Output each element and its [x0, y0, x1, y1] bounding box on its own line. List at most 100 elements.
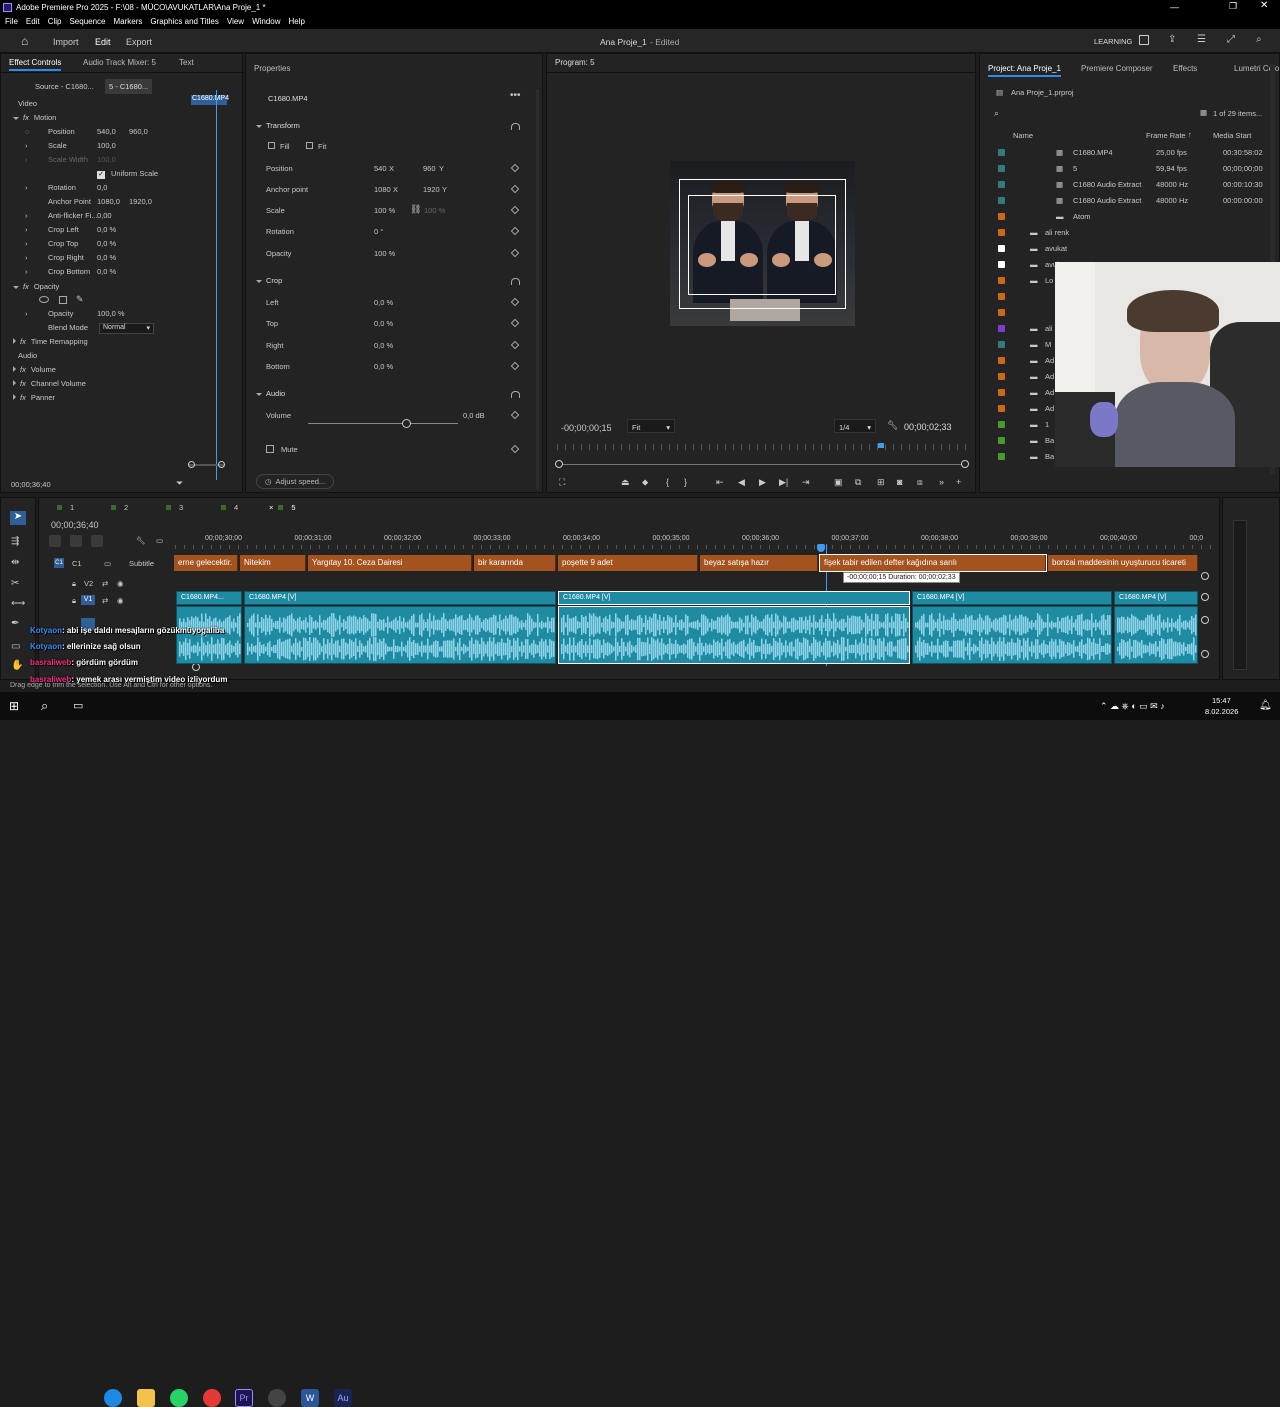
search-icon[interactable]: ⌕: [1256, 34, 1262, 45]
safe-margins-icon[interactable]: ▣: [834, 477, 843, 488]
label-color-swatch[interactable]: [998, 245, 1005, 252]
snap-icon[interactable]: [49, 535, 61, 547]
crop-section[interactable]: Crop: [256, 276, 282, 285]
label-color-swatch[interactable]: [998, 213, 1005, 220]
video-clip-5[interactable]: C1680.MP4 [V]: [1114, 591, 1198, 605]
go-to-out-icon[interactable]: ⇥: [802, 477, 810, 488]
sequence-clip-label[interactable]: 5 - C1680...: [105, 79, 153, 94]
subtitle-target[interactable]: C1: [54, 558, 64, 568]
position-x-value[interactable]: 540: [374, 164, 387, 173]
prop-position-x[interactable]: 540,0: [97, 127, 116, 136]
track-v2-sync-icon[interactable]: ⇄: [102, 579, 108, 588]
add-marker-timeline-icon[interactable]: [91, 535, 103, 547]
tab-effects[interactable]: Effects: [1173, 64, 1197, 73]
subtitle-clip-8[interactable]: bonzai maddesinin uyuşturucu ticareti: [1048, 555, 1198, 571]
obs-icon[interactable]: [268, 1389, 286, 1407]
audio-clip-5[interactable]: [1114, 606, 1198, 664]
audio-clip-1[interactable]: [176, 606, 242, 664]
filter-icon[interactable]: ⏷: [176, 478, 183, 489]
tray-icons[interactable]: ⌃ ☁ ⎈ ◐ ▭ ✉ ♪: [1100, 701, 1165, 712]
pen-mask-icon[interactable]: ✎: [76, 294, 84, 305]
label-color-swatch[interactable]: [998, 293, 1005, 300]
video-clip-1[interactable]: C1680.MP4...: [176, 591, 242, 605]
volume-value[interactable]: 0,0 dB: [463, 411, 485, 420]
quick-export-icon[interactable]: ⇪: [1168, 34, 1176, 45]
prop-crop-right-value[interactable]: 0,0 %: [97, 253, 116, 262]
compare-icon[interactable]: ⧈: [917, 477, 923, 488]
menu-clip[interactable]: Clip: [48, 17, 62, 26]
search-taskbar-icon[interactable]: ⌕: [41, 698, 48, 714]
minimize-button[interactable]: —: [1170, 2, 1182, 12]
adjust-speed-button[interactable]: ◷ Adjust speed...: [256, 474, 335, 489]
audio-reset-icon[interactable]: [511, 391, 520, 398]
v-scroll-handle-top[interactable]: [1201, 572, 1209, 580]
volume-slider-track[interactable]: [308, 423, 458, 424]
audio-clip-4[interactable]: [912, 606, 1112, 664]
project-search-icon[interactable]: ⌕: [994, 108, 999, 119]
project-item[interactable]: ▬ avukat: [990, 241, 1260, 257]
volume-keyframe-icon[interactable]: [510, 410, 520, 420]
seq-tab-2[interactable]: 2: [111, 503, 128, 512]
expand-icon[interactable]: ⤢: [1227, 34, 1235, 45]
seq-tab-5[interactable]: × 5: [269, 503, 296, 512]
audio-clip-2[interactable]: [244, 606, 556, 664]
video-clip-3[interactable]: C1680.MP4 [V]: [558, 591, 910, 605]
label-color-swatch[interactable]: [998, 421, 1005, 428]
prop-position-y[interactable]: 960,0: [129, 127, 148, 136]
clock-date[interactable]: 8.02.2026: [1205, 707, 1238, 716]
selection-box-inner[interactable]: [688, 195, 836, 295]
volume-effect[interactable]: fx Volume: [13, 365, 56, 374]
crop-top-keyframe-icon[interactable]: [510, 318, 520, 328]
crop-bottom-keyframe-icon[interactable]: [510, 361, 520, 371]
link-icon[interactable]: ⛓: [410, 204, 421, 215]
label-color-swatch[interactable]: [998, 357, 1005, 364]
ec-timecode[interactable]: 00;00;36;40: [11, 480, 51, 489]
tab-premiere-composer[interactable]: Premiere Composer: [1081, 64, 1153, 73]
prop-opacity-value[interactable]: 100,0 %: [97, 309, 125, 318]
position-y-value[interactable]: 960: [423, 164, 436, 173]
maximize-button[interactable]: ❐: [1229, 1, 1237, 12]
edge-icon[interactable]: [104, 1389, 122, 1407]
crop-left-keyframe-icon[interactable]: [510, 297, 520, 307]
play-icon[interactable]: ▶: [759, 477, 766, 488]
subtitle-clip-7[interactable]: fişek tabir edilen defter kağıdına sarıl…: [819, 554, 1047, 572]
properties-scrollbar[interactable]: [536, 89, 539, 489]
source-clip-label[interactable]: Source - C1680...: [35, 82, 94, 91]
workspaces-icon[interactable]: [1139, 35, 1149, 45]
subtitle-clip-2[interactable]: Nitekim: [240, 555, 306, 571]
prop-anchor-x[interactable]: 1080,0: [97, 197, 120, 206]
ellipse-mask-icon[interactable]: [39, 296, 49, 303]
label-color-swatch[interactable]: [998, 453, 1005, 460]
label-color-swatch[interactable]: [998, 197, 1005, 204]
scale-value[interactable]: 100 %: [374, 206, 395, 215]
program-zoom-left[interactable]: [555, 460, 563, 468]
audition-icon[interactable]: Au: [334, 1389, 352, 1407]
label-color-swatch[interactable]: [998, 325, 1005, 332]
ripple-edit-tool-icon[interactable]: ⇹: [11, 557, 19, 568]
label-color-swatch[interactable]: [998, 149, 1005, 156]
rectangle-tool-icon[interactable]: ▭: [11, 641, 20, 652]
crop-right-keyframe-icon[interactable]: [510, 340, 520, 350]
add-button-icon[interactable]: +: [956, 477, 961, 487]
label-color-swatch[interactable]: [998, 229, 1005, 236]
tab-effect-controls[interactable]: Effect Controls: [9, 58, 62, 71]
mute-checkbox[interactable]: [266, 445, 274, 453]
lift-icon[interactable]: ⏏: [621, 477, 630, 488]
panels-icon[interactable]: ☰: [1197, 34, 1206, 45]
menu-markers[interactable]: Markers: [114, 17, 143, 26]
track-v1-label[interactable]: V1: [81, 595, 95, 605]
learning-button[interactable]: LEARNING: [1094, 37, 1132, 46]
subtitle-clip-5[interactable]: poşette 9 adet: [558, 555, 698, 571]
export-frame-icon[interactable]: ◙: [897, 477, 902, 487]
task-view-icon[interactable]: ▭: [73, 699, 83, 712]
clock-time[interactable]: 15:47: [1212, 696, 1231, 705]
captions-icon[interactable]: ▭: [156, 536, 163, 545]
program-zoom-right[interactable]: [961, 460, 969, 468]
mute-keyframe-icon[interactable]: [510, 444, 520, 454]
anchor-x-value[interactable]: 1080: [374, 185, 391, 194]
tab-audio-track-mixer[interactable]: Audio Track Mixer: 5: [83, 58, 156, 67]
home-icon[interactable]: ⌂: [21, 34, 28, 48]
track-select-tool-icon[interactable]: ⇶: [11, 536, 19, 547]
rotation-keyframe-icon[interactable]: [510, 226, 520, 236]
notifications-icon[interactable]: 🔔︎: [1259, 700, 1272, 711]
